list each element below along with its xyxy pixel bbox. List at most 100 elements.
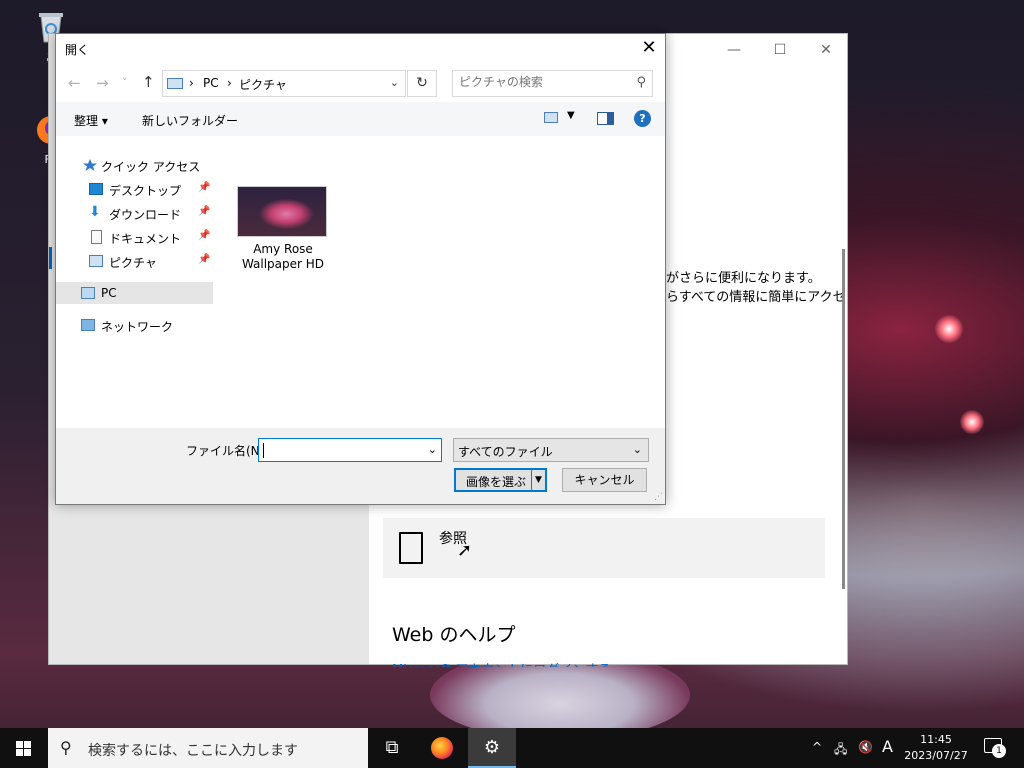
- breadcrumb-pc[interactable]: PC: [203, 76, 219, 90]
- taskbar-firefox[interactable]: [418, 728, 466, 768]
- pc-icon: [81, 287, 95, 299]
- file-icon: [399, 532, 423, 564]
- microsoft-login-link[interactable]: Microsoft アカウントにログインする: [392, 659, 611, 667]
- description-line: らすべての情報に簡単にアクセ: [666, 290, 846, 305]
- image-thumbnail[interactable]: [237, 186, 327, 237]
- nav-downloads[interactable]: ⬇ ダウンロード 📌: [56, 202, 213, 224]
- search-input[interactable]: [459, 75, 619, 89]
- close-icon: ✕: [820, 42, 832, 58]
- search-box[interactable]: ⚲: [452, 70, 653, 97]
- dialog-title: 開く: [65, 43, 90, 57]
- taskbar-settings[interactable]: ⚙: [468, 728, 516, 768]
- address-bar[interactable]: › PC › ピクチャ ⌄: [162, 70, 406, 97]
- refresh-icon: ↻: [416, 75, 428, 91]
- task-view-button[interactable]: ⧉: [368, 728, 416, 768]
- desktop-folder-icon: [89, 183, 103, 195]
- settings-close-button[interactable]: ✕: [803, 38, 849, 62]
- search-icon: ⚲: [60, 738, 72, 757]
- wallpaper-light: [935, 315, 963, 343]
- split-dropdown-icon[interactable]: ▼: [531, 470, 545, 490]
- resize-grip-icon[interactable]: ⋰: [654, 492, 663, 502]
- view-dropdown-icon[interactable]: ▼: [567, 110, 575, 121]
- pc-icon: [167, 78, 183, 89]
- help-icon[interactable]: ?: [634, 110, 651, 127]
- nav-pictures[interactable]: ピクチャ 📌: [56, 250, 213, 272]
- start-button[interactable]: [0, 728, 48, 768]
- notification-center-button[interactable]: 1: [984, 738, 1006, 758]
- web-help-heading: Web のヘルプ: [392, 624, 516, 646]
- navigation-pane: クイック アクセス デスクトップ 📌 ⬇ ダウンロード 📌 ドキュメント 📌 ピ…: [56, 136, 213, 428]
- refresh-button[interactable]: ↻: [407, 70, 437, 97]
- minimize-button[interactable]: —: [711, 38, 757, 62]
- clock[interactable]: 11:45 2023/07/27: [903, 732, 969, 764]
- taskbar-search-placeholder: 検索するには、ここに入力します: [88, 743, 298, 759]
- tray-chevron-icon[interactable]: ^: [812, 740, 822, 754]
- filename-input[interactable]: ⌄: [258, 438, 442, 462]
- nav-label: ピクチャ: [109, 256, 157, 270]
- windows-logo-icon: [24, 741, 31, 748]
- wallpaper-light: [960, 410, 984, 434]
- organize-button[interactable]: 整理 ▾: [74, 112, 108, 129]
- file-name-line: Amy Rose: [253, 242, 313, 256]
- nav-label: PC: [101, 286, 117, 300]
- taskbar-search-box[interactable]: ⚲ 検索するには、ここに入力します: [48, 728, 368, 768]
- text-caret: [263, 443, 264, 458]
- cancel-button[interactable]: キャンセル: [562, 468, 647, 492]
- up-arrow-icon[interactable]: ↑: [142, 73, 155, 91]
- pin-icon: 📌: [198, 230, 211, 241]
- file-name-line: Wallpaper HD: [241, 257, 325, 271]
- star-icon: [83, 159, 97, 171]
- view-icon[interactable]: [544, 112, 558, 123]
- back-arrow-icon[interactable]: ←: [68, 74, 81, 92]
- document-icon: [91, 230, 102, 244]
- nav-label: ネットワーク: [101, 320, 174, 334]
- crumb-separator: ›: [227, 76, 232, 90]
- close-icon: ✕: [641, 37, 657, 58]
- nav-network[interactable]: ネットワーク: [56, 314, 213, 336]
- nav-label: デスクトップ: [109, 184, 182, 198]
- firefox-icon: [431, 737, 453, 759]
- dialog-titlebar[interactable]: 開く ✕: [56, 34, 665, 64]
- clock-date: 2023/07/27: [904, 749, 968, 762]
- windows-logo-icon: [16, 741, 23, 748]
- browse-button[interactable]: 参照 ➚: [383, 518, 825, 578]
- clock-time: 11:45: [920, 733, 952, 746]
- preview-pane-icon[interactable]: [597, 112, 614, 125]
- nav-desktop[interactable]: デスクトップ 📌: [56, 178, 213, 200]
- mouse-cursor-icon: ➚: [457, 540, 473, 561]
- forward-arrow-icon[interactable]: →: [96, 74, 109, 92]
- description-line: がさらに便利になります。: [666, 271, 821, 286]
- file-type-value: すべてのファイル: [458, 445, 553, 459]
- new-folder-button[interactable]: 新しいフォルダー: [142, 112, 238, 129]
- file-list: Amy Rose Wallpaper HD: [213, 136, 665, 428]
- select-image-button[interactable]: 画像を選ぶ ▼: [454, 468, 547, 492]
- chevron-down-icon: ⌄: [632, 443, 642, 456]
- chevron-down-icon[interactable]: ⌄: [428, 443, 437, 456]
- minimize-icon: —: [727, 42, 741, 58]
- breadcrumb-pictures[interactable]: ピクチャ: [239, 76, 287, 93]
- nav-quick-access[interactable]: クイック アクセス: [56, 154, 213, 176]
- chevron-down-icon[interactable]: ⌄: [390, 76, 399, 89]
- file-type-select[interactable]: すべてのファイル ⌄: [453, 438, 649, 462]
- settings-description: がさらに便利になります。 らすべての情報に簡単にアクセ: [666, 269, 846, 307]
- network-tray-icon[interactable]: 🖧: [834, 740, 847, 761]
- maximize-button[interactable]: ☐: [757, 38, 803, 62]
- nav-label: ダウンロード: [109, 208, 182, 222]
- settings-scrollbar[interactable]: [842, 249, 845, 589]
- ime-indicator[interactable]: A: [882, 737, 893, 756]
- nav-pc[interactable]: PC: [56, 282, 213, 304]
- maximize-icon: ☐: [773, 42, 787, 58]
- volume-muted-icon[interactable]: 🔇: [858, 740, 873, 754]
- task-view-icon: ⧉: [385, 737, 399, 758]
- sidebar-selection-accent: [49, 247, 52, 269]
- dialog-toolbar: 整理 ▾ 新しいフォルダー ▼ ?: [56, 102, 665, 136]
- gear-icon: ⚙: [483, 737, 501, 758]
- nav-documents[interactable]: ドキュメント 📌: [56, 226, 213, 248]
- recent-locations-icon[interactable]: ˅: [122, 76, 128, 89]
- notification-count-badge: 1: [992, 744, 1006, 758]
- download-icon: ⬇: [89, 204, 101, 220]
- nav-label: クイック アクセス: [101, 160, 201, 174]
- dialog-close-button[interactable]: ✕: [633, 34, 665, 62]
- select-image-label: 画像を選ぶ: [466, 475, 527, 489]
- open-file-dialog: 開く ✕ ← → ˅ ↑ › PC › ピクチャ ⌄ ↻ ⚲ 整理 ▾ 新しいフ…: [55, 33, 666, 505]
